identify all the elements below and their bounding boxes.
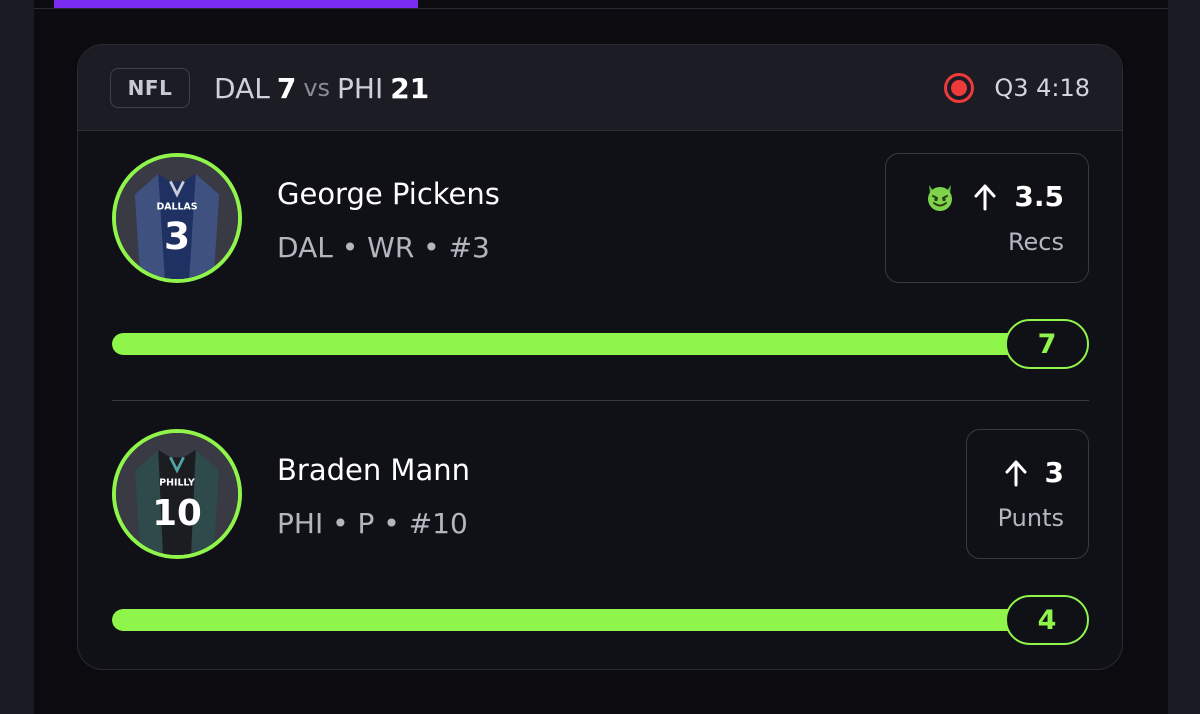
player-row[interactable]: DALLAS 3 George Pickens DAL • WR • #3 3.… (78, 153, 1122, 403)
game-card[interactable]: NFL DAL 7 vs PHI 21 Q3 4:18 DALLAS 3 Geo… (77, 44, 1123, 670)
vs-label: vs (303, 74, 331, 102)
away-team: DAL (214, 71, 270, 105)
prop-line-card[interactable]: 3 Punts (966, 429, 1089, 559)
prop-line-value-row: 3 (1003, 456, 1064, 489)
player-meta: DAL • WR • #3 (277, 231, 490, 264)
player-meta: PHI • P • #10 (277, 507, 468, 540)
svg-text:PHILLY: PHILLY (159, 478, 195, 489)
player-row[interactable]: PHILLY 10 Braden Mann PHI • P • #10 3 Pu… (78, 429, 1122, 669)
arrow-up-icon (974, 184, 996, 210)
prop-line-card[interactable]: 3.5 Recs (885, 153, 1089, 283)
prop-stat-label: Punts (997, 504, 1064, 532)
away-score: 7 (276, 71, 297, 105)
home-team: PHI (337, 71, 384, 105)
game-clock: Q3 4:18 (994, 74, 1090, 102)
player-name: George Pickens (277, 177, 500, 211)
stat-progress: 7 (112, 319, 1089, 369)
right-edge-panel (1168, 0, 1200, 714)
progress-track (112, 333, 1032, 355)
jersey-icon: DALLAS 3 (116, 157, 238, 279)
prop-line-value: 3.5 (1014, 180, 1064, 213)
live-status: Q3 4:18 (944, 71, 1090, 105)
top-divider (34, 8, 1168, 9)
home-score: 21 (390, 71, 430, 105)
progress-fill (112, 609, 1032, 631)
prop-line-value-row: 3.5 (924, 180, 1064, 213)
jersey-icon: PHILLY 10 (116, 433, 238, 555)
arrow-up-icon (1005, 460, 1027, 486)
svg-text:DALLAS: DALLAS (157, 202, 198, 213)
player-name: Braden Mann (277, 453, 470, 487)
devil-emoji-icon (928, 184, 953, 211)
player-avatar: PHILLY 10 (112, 429, 242, 559)
league-badge: NFL (110, 68, 190, 108)
progress-current-value: 4 (1005, 595, 1089, 645)
live-record-icon (944, 73, 975, 103)
stat-progress: 4 (112, 595, 1089, 645)
app-screen: NFL DAL 7 vs PHI 21 Q3 4:18 DALLAS 3 Geo… (0, 0, 1200, 714)
player-divider (112, 400, 1089, 401)
game-header: NFL DAL 7 vs PHI 21 Q3 4:18 (78, 45, 1122, 131)
svg-text:3: 3 (164, 214, 190, 258)
player-avatar: DALLAS 3 (112, 153, 242, 283)
prop-line-value: 3 (1044, 456, 1064, 489)
prop-stat-label: Recs (1007, 228, 1064, 256)
top-tab-indicator (54, 0, 418, 8)
progress-track (112, 609, 1032, 631)
left-edge-panel (0, 0, 34, 714)
progress-fill (112, 333, 1032, 355)
matchup: DAL 7 vs PHI 21 (214, 69, 429, 107)
svg-text:10: 10 (152, 493, 202, 534)
progress-current-value: 7 (1005, 319, 1089, 369)
